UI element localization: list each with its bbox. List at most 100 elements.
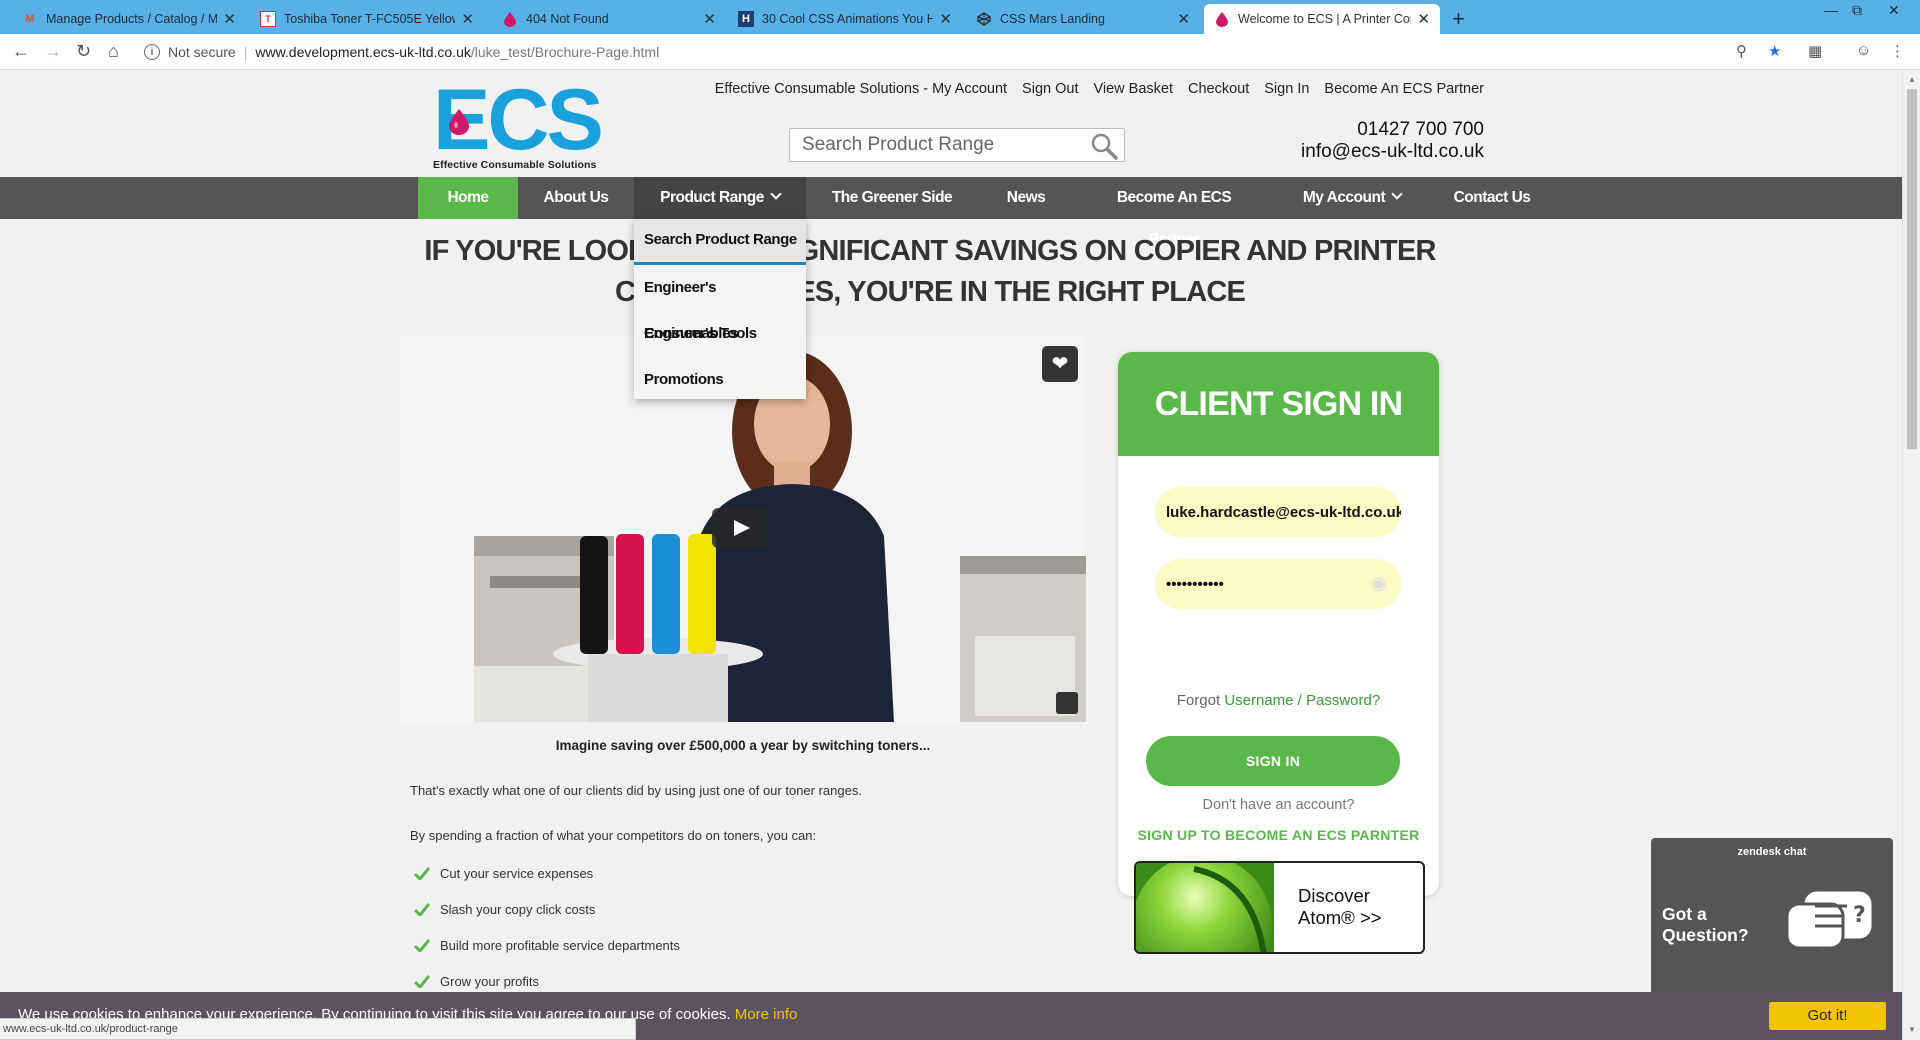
back-arrow-icon[interactable]: ← <box>12 41 30 62</box>
video-caption: Imagine saving over £500,000 a year by s… <box>555 738 931 753</box>
zendesk-chat-widget[interactable]: zendesk chat Got a Question? ? <box>1651 838 1893 998</box>
web-page: ECS Effective Consumable Solutions Effec… <box>0 71 1902 1040</box>
close-icon[interactable]: ✕ <box>461 10 474 28</box>
forgot-link[interactable]: Username / Password? <box>1224 692 1380 709</box>
nav-news[interactable]: News <box>996 177 1056 219</box>
security-label: Not secure <box>168 44 236 60</box>
password-value: ••••••••••• <box>1166 575 1224 593</box>
close-icon[interactable]: ✕ <box>1417 10 1430 28</box>
my-account-link[interactable]: Effective Consumable Solutions - My Acco… <box>715 81 1007 97</box>
menu-icon[interactable]: ⋮ <box>1890 42 1905 60</box>
close-icon[interactable]: ✕ <box>223 10 236 28</box>
sign-out-link[interactable]: Sign Out <box>1022 81 1078 97</box>
ink-drop-icon <box>449 109 469 135</box>
close-icon[interactable]: ✕ <box>1177 10 1190 28</box>
become-partner-link[interactable]: Become An ECS Partner <box>1324 81 1484 97</box>
favorite-heart-icon[interactable]: ❤ <box>1042 346 1078 382</box>
tab-title: Manage Products / Catalog / Ma <box>46 12 218 26</box>
nav-greener-side[interactable]: The Greener Side <box>826 177 958 219</box>
list-item-text: Build more profitable service department… <box>440 938 680 953</box>
scroll-down-icon[interactable]: ▼ <box>1908 1025 1916 1034</box>
toshiba-icon: T <box>260 11 276 27</box>
tab-title: CSS Mars Landing <box>1000 12 1105 26</box>
product-range-dropdown: Search Product Range Engineer's Consumab… <box>634 219 806 399</box>
chevron-down-icon <box>770 188 782 200</box>
url-field[interactable]: i Not secure | www.development.ecs-uk-lt… <box>144 40 1734 64</box>
checkmark-icon <box>414 939 430 952</box>
dropdown-item-engineers-consumables[interactable]: Engineer's Consumables <box>634 265 806 342</box>
eye-icon[interactable]: ◉ <box>1371 573 1387 594</box>
browser-tab[interactable]: H 30 Cool CSS Animations You Hav ✕ <box>728 4 962 34</box>
nav-contact[interactable]: Contact Us <box>1452 177 1532 219</box>
email-field[interactable]: luke.hardcastle@ecs-uk-ltd.co.uk <box>1155 487 1401 537</box>
checkmark-icon <box>414 903 430 916</box>
forgot-prefix: Forgot <box>1176 692 1225 709</box>
close-icon[interactable]: ✕ <box>703 10 716 28</box>
profile-icon[interactable]: ☺ <box>1856 42 1871 59</box>
intro-paragraph: By spending a fraction of what your comp… <box>410 828 817 843</box>
green-orb-graphic <box>1136 863 1274 952</box>
site-header: ECS Effective Consumable Solutions Effec… <box>0 71 1902 177</box>
scroll-up-icon[interactable]: ▲ <box>1908 75 1916 84</box>
headline-line: IF YOU'RE LOOKING FOR SIGNIFICANT SAVING… <box>424 235 1436 267</box>
sign-in-link[interactable]: Sign In <box>1264 81 1309 97</box>
fullscreen-icon[interactable] <box>1056 692 1078 714</box>
scrollbar-thumb[interactable] <box>1907 89 1917 449</box>
info-icon[interactable]: i <box>144 44 160 60</box>
list-item: Slash your copy click costs <box>414 902 680 938</box>
magento-icon: M <box>25 13 35 25</box>
play-button[interactable] <box>712 508 768 548</box>
more-info-link[interactable]: More info <box>735 1006 798 1023</box>
close-icon[interactable]: ✕ <box>939 10 952 28</box>
checkout-link[interactable]: Checkout <box>1188 81 1249 97</box>
bookmark-star-icon[interactable]: ★ <box>1768 42 1781 60</box>
headline-line: CONSUMABLES, YOU'RE IN THE RIGHT PLACE <box>614 276 1246 308</box>
svg-text:?: ? <box>1853 903 1866 928</box>
search-input[interactable] <box>790 129 1080 161</box>
key-icon[interactable]: ⚲ <box>1736 42 1747 60</box>
restore-icon[interactable]: ⧉ <box>1852 2 1862 19</box>
forward-arrow-icon[interactable]: → <box>44 41 62 62</box>
sign-in-button[interactable]: SIGN IN <box>1146 736 1400 786</box>
chat-bubble-icon: ? <box>1785 888 1875 958</box>
home-icon[interactable]: ⌂ <box>108 41 119 62</box>
tab-title: Toshiba Toner T-FC505E Yellow ( <box>284 12 456 26</box>
browser-tab[interactable]: CSS Mars Landing ✕ <box>966 4 1200 34</box>
nav-about[interactable]: About Us <box>530 177 622 219</box>
nav-become-partner[interactable]: Become An ECS Partner <box>1096 177 1252 248</box>
phone-number[interactable]: 01427 700 700 <box>1357 119 1484 141</box>
got-it-button[interactable]: Got it! <box>1769 1002 1886 1030</box>
divider: | <box>243 44 248 60</box>
nav-product-range[interactable]: Product Range <box>634 177 806 219</box>
ecs-drop-icon <box>502 11 518 27</box>
atom-line: Discover <box>1298 885 1370 906</box>
nav-label: My Account <box>1302 189 1386 206</box>
list-item-text: Cut your service expenses <box>440 866 594 881</box>
browser-tab[interactable]: T Toshiba Toner T-FC505E Yellow ( ✕ <box>250 4 484 34</box>
reload-icon[interactable]: ↻ <box>76 41 91 62</box>
new-tab-icon[interactable]: + <box>1452 6 1465 32</box>
browser-tab-active[interactable]: Welcome to ECS | A Printer Cons ✕ <box>1204 4 1440 34</box>
list-item-text: Grow your profits <box>440 974 539 989</box>
dropdown-item-search-product-range[interactable]: Search Product Range <box>634 219 806 265</box>
password-field[interactable]: ••••••••••• ◉ <box>1155 559 1401 609</box>
search-icon[interactable] <box>1090 132 1118 160</box>
browser-tab[interactable]: M Manage Products / Catalog / Ma ✕ <box>12 4 246 34</box>
url-host: www.development.ecs-uk-ltd.co.uk <box>255 44 471 60</box>
dropdown-item-promotions[interactable]: Promotions <box>634 357 806 403</box>
page-scrollbar[interactable]: ▲ ▼ <box>1902 71 1920 1040</box>
dropdown-item-engineers-tools[interactable]: Engineer's Tools <box>634 311 806 357</box>
discover-atom-banner[interactable]: Discover Atom® >> <box>1134 861 1425 954</box>
extension-icon[interactable]: ▦ <box>1808 42 1822 60</box>
nav-my-account[interactable]: My Account <box>1296 177 1408 219</box>
minimize-icon[interactable]: — <box>1824 2 1838 18</box>
chat-prompt-line: Question? <box>1662 925 1749 945</box>
nav-home[interactable]: Home <box>418 177 518 219</box>
sign-up-link[interactable]: SIGN UP TO BECOME AN ECS PARNTER <box>1118 827 1439 843</box>
window-close-icon[interactable]: ✕ <box>1888 2 1900 19</box>
view-basket-link[interactable]: View Basket <box>1093 81 1173 97</box>
browser-tab[interactable]: 404 Not Found ✕ <box>492 4 726 34</box>
email-address[interactable]: info@ecs-uk-ltd.co.uk <box>1301 141 1484 163</box>
ecs-logo[interactable]: ECS Effective Consumable Solutions <box>433 77 604 171</box>
zendesk-title: zendesk chat <box>1737 846 1807 858</box>
